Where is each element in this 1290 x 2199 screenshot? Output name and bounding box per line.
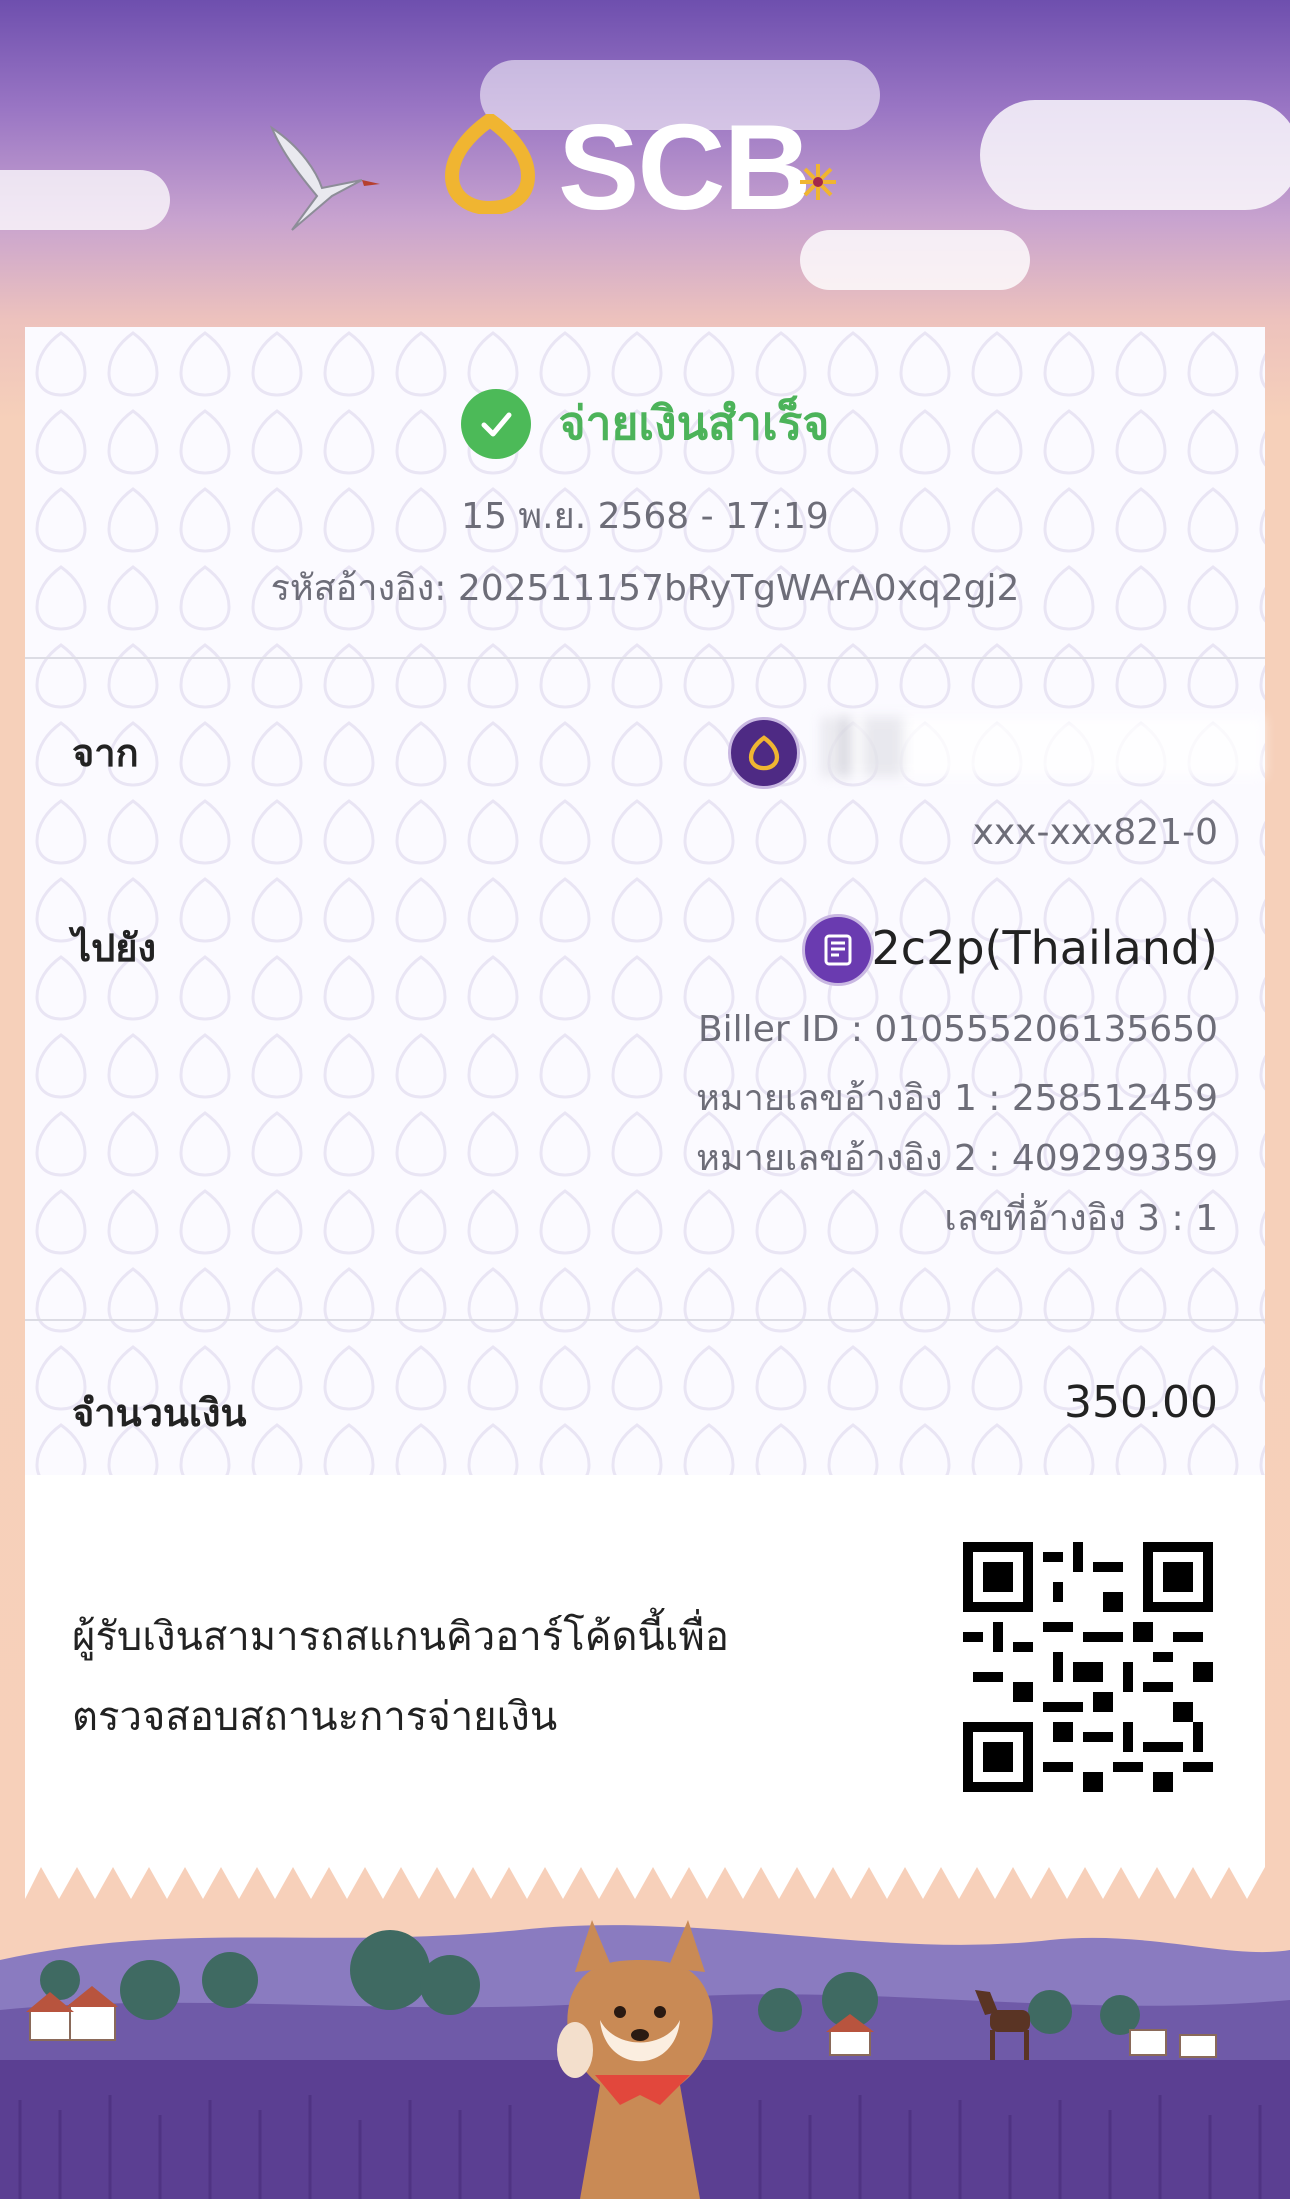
scb-logo-icon [444,114,536,214]
amount-label: จำนวนเงิน [72,1391,247,1435]
to-label: ไปยัง [72,926,157,970]
reference-2: หมายเลขอ้างอิง 2 : 409299359 [696,1138,1218,1179]
qr-instruction-line: ผู้รับเงินสามารถสแกนคิวอาร์โค้ดนี้เพื่อ [72,1614,729,1660]
cloud [800,230,1030,290]
divider [25,657,1265,659]
amount-value: 350.00 [1064,1377,1218,1428]
biller-avatar-icon [802,914,874,986]
transaction-datetime: 15 พ.ย. 2568 - 17:19 [461,496,829,537]
divider [25,1319,1265,1321]
sparkle-icon [800,164,836,200]
redacted-name [823,717,1263,777]
biller-name: 2c2p(Thailand) [871,921,1218,975]
brand-name: SCB [558,99,812,235]
cloud [980,100,1290,210]
payment-status: จ่ายเงินสำเร็จ [25,387,1265,460]
scb-logo: SCB [440,106,860,228]
check-icon [460,388,531,459]
qr-instruction: ผู้รับเงินสามารถสแกนคิวอาร์โค้ดนี้เพื่อ … [72,1597,832,1757]
from-label: จาก [72,731,139,775]
biller-id: Biller ID : 010555206135650 [697,1009,1218,1050]
bank-avatar-icon [728,717,800,789]
bird-illustration [269,125,380,231]
status-title: จ่ายเงินสำเร็จ [558,396,830,450]
receipt-zigzag-edge [25,1863,1265,1899]
qr-instruction-line: ตรวจสอบสถานะการจ่ายเงิน [72,1694,558,1740]
lavender-field-illustration [0,1920,1290,2199]
reference-1: หมายเลขอ้างอิง 1 : 258512459 [696,1078,1218,1119]
receipt-card: จ่ายเงินสำเร็จ 15 พ.ย. 2568 - 17:19 รหัส… [25,327,1265,1867]
from-account-number: xxx-xxx821-0 [972,812,1218,853]
reference-3: เลขที่อ้างอิง 3 : 1 [944,1198,1218,1239]
qr-code[interactable] [963,1542,1213,1792]
cloud [0,170,170,230]
reference-code: รหัสอ้างอิง: 202511157bRyTgWArA0xq2gj2 [270,568,1020,609]
